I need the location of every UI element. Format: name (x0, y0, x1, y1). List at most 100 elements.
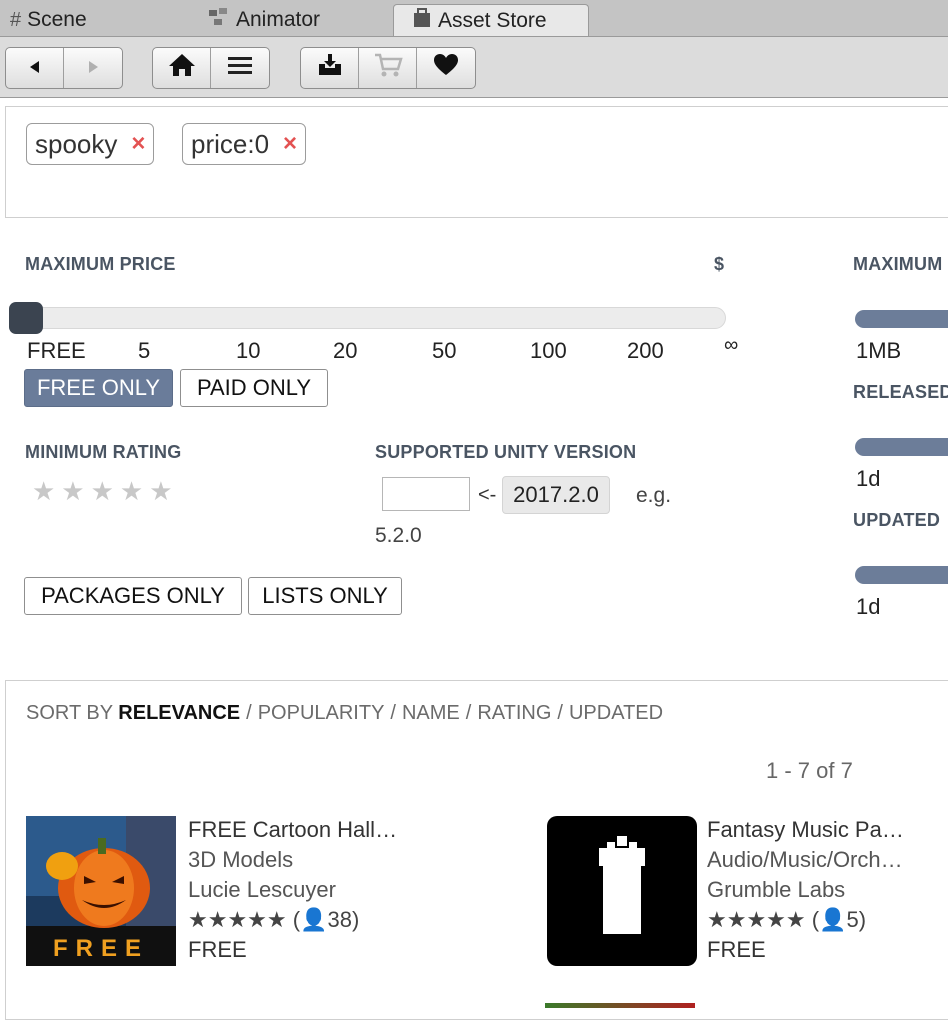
back-arrow-icon (27, 55, 43, 81)
price-slider-track[interactable] (14, 307, 726, 329)
store-button-group (300, 47, 476, 89)
tab-scene[interactable]: # Scene (10, 4, 87, 36)
price-tick: 20 (333, 338, 358, 363)
forward-arrow-icon (85, 55, 101, 81)
released-slider[interactable] (855, 438, 948, 456)
tower-image (547, 816, 697, 966)
grid-icon: # (10, 8, 22, 31)
chip-label: spooky (35, 128, 118, 159)
product-title[interactable]: FREE Cartoon Hall… (188, 815, 397, 845)
tab-label: Scene (27, 8, 87, 31)
forward-button[interactable] (64, 48, 122, 88)
tab-asset-store[interactable]: Asset Store (393, 4, 589, 36)
sort-prefix: SORT BY (26, 702, 113, 724)
max-size-label: MAXIMUM (853, 254, 943, 274)
max-size-value: 1MB (856, 338, 902, 363)
price-tick: FREE (27, 338, 86, 363)
released-label: RELEASED (853, 382, 948, 402)
animator-icon (208, 7, 230, 33)
price-tick: 50 (432, 338, 457, 363)
price-tick: ∞ (724, 334, 739, 356)
updated-value: 1d (856, 594, 881, 619)
product-info: Fantasy Music Pa… Audio/Music/Orch… Grum… (707, 815, 904, 965)
home-button[interactable] (153, 48, 211, 88)
cart-button[interactable] (359, 48, 417, 88)
product-publisher[interactable]: Lucie Lescuyer (188, 875, 397, 905)
pumpkin-image: FREE (26, 816, 176, 966)
currency-label: $ (714, 254, 725, 274)
sort-separator: / (390, 702, 396, 724)
sort-separator: / (246, 702, 252, 724)
sort-option-updated[interactable]: UPDATED (569, 702, 663, 724)
wishlist-button[interactable] (417, 48, 475, 88)
version-example: 5.2.0 (375, 524, 422, 547)
free-badge: FREE (53, 935, 149, 962)
search-chip[interactable]: price:0 × (182, 123, 307, 165)
search-filter-box[interactable]: spooky × price:0 × (5, 106, 948, 218)
version-arrow: <- (478, 484, 497, 506)
download-tray-icon (316, 52, 344, 84)
rating-stars: ★★★★★ (707, 907, 806, 932)
close-icon[interactable]: × (283, 130, 297, 158)
sort-bar: SORT BY RELEVANCE / POPULARITY / NAME / RATING… (26, 702, 663, 725)
sort-separator: / (465, 702, 472, 724)
product-category[interactable]: Audio/Music/Orch… (707, 845, 904, 875)
sort-option-popularity[interactable]: POPULARITY (258, 702, 385, 724)
price-tick: 200 (627, 338, 664, 363)
product-category[interactable]: 3D Models (188, 845, 397, 875)
product-title[interactable]: Fantasy Music Pa… (707, 815, 904, 845)
price-slider-thumb[interactable] (9, 302, 43, 334)
result-count: 1 - 7 of 7 (766, 758, 853, 783)
rating-stars-selector[interactable]: ★★★★★ (32, 476, 179, 507)
min-rating-label: MINIMUM RATING (25, 442, 182, 462)
menu-icon (226, 54, 254, 82)
lists-only-button[interactable]: LISTS ONLY (248, 577, 402, 615)
store-toolbar (0, 37, 948, 98)
packages-only-button[interactable]: PACKAGES ONLY (24, 577, 242, 615)
free-only-button[interactable]: FREE ONLY (24, 369, 173, 407)
sort-option-rating[interactable]: RATING (477, 702, 551, 724)
released-value: 1d (856, 466, 881, 491)
tab-animator[interactable]: Animator (208, 4, 320, 36)
price-tick: 10 (236, 338, 261, 363)
price-tick: 5 (138, 338, 151, 363)
product-publisher[interactable]: Grumble Labs (707, 875, 904, 905)
tab-label: Asset Store (438, 8, 547, 32)
product-rating: ★★★★★ (👤5) (707, 905, 904, 935)
next-row-thumbnail[interactable] (545, 1003, 695, 1008)
max-price-label: MAXIMUM PRICE (25, 254, 176, 274)
home-icon (168, 52, 196, 84)
heart-icon (433, 53, 459, 83)
menu-button[interactable] (211, 48, 269, 88)
updated-slider[interactable] (855, 566, 948, 584)
editor-tab-bar: # Scene Animator Asset Store (0, 0, 948, 37)
product-thumbnail[interactable]: FREE (26, 816, 176, 966)
unity-version-label: SUPPORTED UNITY VERSION (375, 442, 637, 462)
search-chip[interactable]: spooky × (26, 123, 155, 165)
sort-option-name[interactable]: NAME (402, 702, 460, 724)
back-button[interactable] (6, 48, 64, 88)
size-slider[interactable] (855, 310, 948, 328)
price-tick: 100 (530, 338, 567, 363)
updated-label: UPDATED (853, 510, 941, 530)
version-example-prefix: e.g. (636, 484, 672, 507)
current-version-button[interactable]: 2017.2.0 (502, 476, 610, 514)
rating-stars: ★★★★★ (188, 907, 287, 932)
home-button-group (152, 47, 270, 89)
product-price: FREE (707, 937, 766, 962)
paid-only-button[interactable]: PAID ONLY (180, 369, 328, 407)
close-icon[interactable]: × (131, 130, 145, 158)
sort-separator: / (557, 702, 563, 724)
review-count: (👤5) (811, 907, 867, 932)
cart-icon (373, 52, 403, 84)
unity-version-input[interactable] (382, 477, 470, 511)
chip-label: price:0 (191, 128, 270, 159)
downloads-button[interactable] (301, 48, 359, 88)
product-thumbnail[interactable] (547, 816, 697, 966)
nav-button-group (5, 47, 123, 89)
review-count: (👤38) (292, 907, 360, 932)
product-rating: ★★★★★ (👤38) (188, 905, 397, 935)
sort-option-relevance[interactable]: RELEVANCE (118, 702, 240, 724)
product-info: FREE Cartoon Hall… 3D Models Lucie Lescu… (188, 815, 397, 965)
product-price: FREE (188, 937, 247, 962)
